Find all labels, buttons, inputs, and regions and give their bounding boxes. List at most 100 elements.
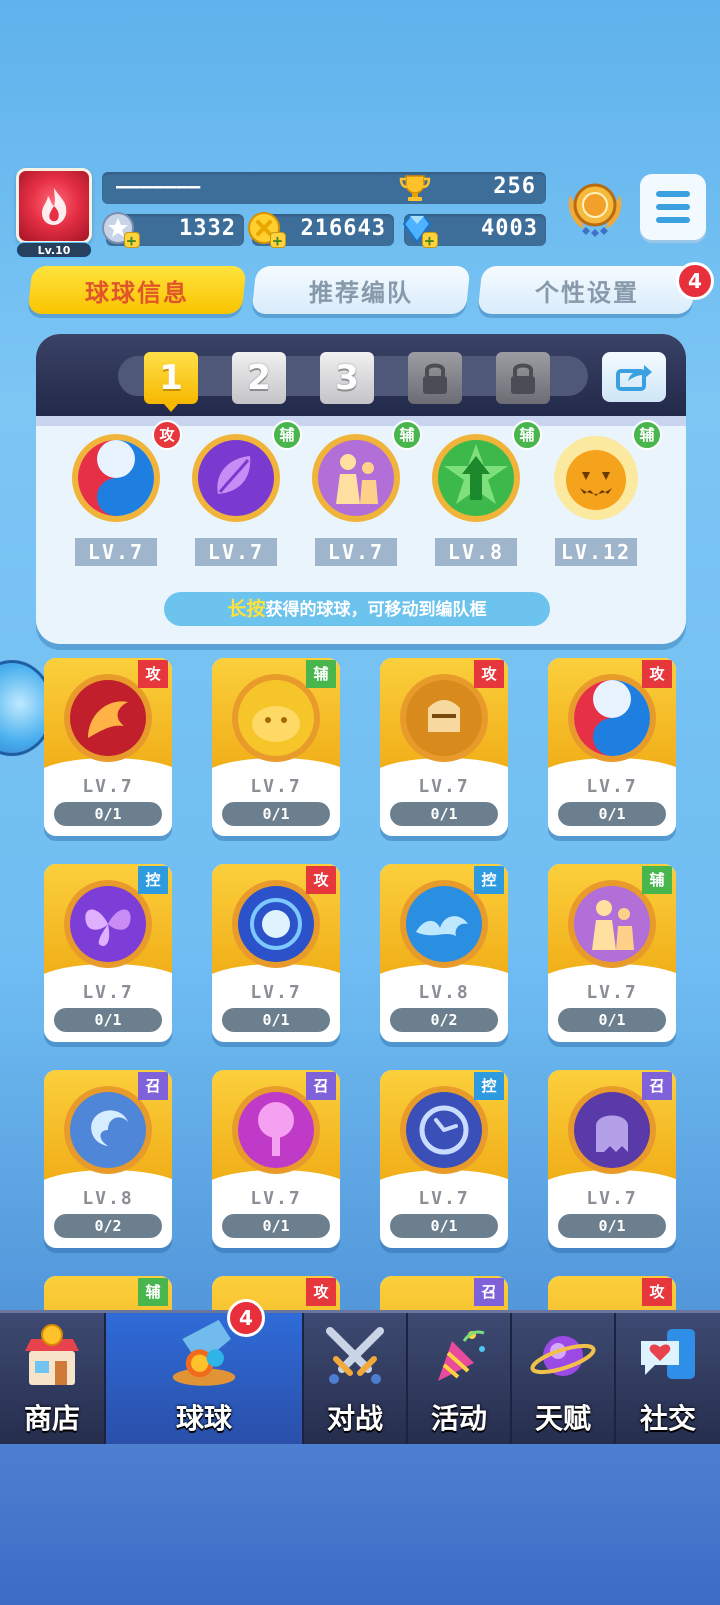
type-tag-control: 控 bbox=[474, 1072, 504, 1100]
diamond-bar[interactable]: + 4003 bbox=[402, 214, 546, 249]
ball-fragment-count: 0/1 bbox=[222, 802, 330, 826]
type-tag-support: 辅 bbox=[632, 420, 662, 450]
ball-level: LV.8 bbox=[418, 982, 470, 1003]
menu-button[interactable] bbox=[640, 174, 706, 240]
pumpkin-ball-icon bbox=[554, 436, 638, 520]
ball-level: LV.7 bbox=[250, 776, 302, 797]
player-level: Lv.10 bbox=[16, 242, 92, 258]
crossed-swords-icon bbox=[326, 1327, 384, 1384]
leaf-ball-icon bbox=[192, 434, 280, 522]
ball-level: LV.7 bbox=[418, 776, 470, 797]
player-name-bar[interactable]: ——————— 256 bbox=[102, 172, 546, 204]
ball-card[interactable]: 召 LV.8 0/2 bbox=[44, 1070, 172, 1248]
team-member-level: LV.7 bbox=[195, 538, 277, 566]
ball-fragment-count: 0/1 bbox=[222, 1008, 330, 1032]
type-tag-attack: 攻 bbox=[306, 866, 336, 894]
share-button[interactable] bbox=[602, 352, 666, 402]
ball-card[interactable]: 攻 LV.7 0/1 bbox=[380, 658, 508, 836]
party-popper-icon bbox=[438, 1330, 485, 1381]
ball-card[interactable]: 辅 LV.7 0/1 bbox=[548, 864, 676, 1042]
nav-events[interactable]: 活动 bbox=[408, 1313, 512, 1447]
type-tag-support: 辅 bbox=[512, 420, 542, 450]
nav-talent[interactable]: 天赋 bbox=[512, 1313, 616, 1447]
ball-level: LV.7 bbox=[250, 1188, 302, 1209]
team-member-1[interactable]: 攻 LV.7 bbox=[60, 420, 182, 566]
lock-icon bbox=[511, 363, 535, 394]
team-slot-2[interactable]: 2 bbox=[232, 352, 286, 404]
ball-card[interactable]: 控 LV.7 0/1 bbox=[380, 1070, 508, 1248]
team-member-level: LV.7 bbox=[315, 538, 397, 566]
ball-card[interactable]: 攻 LV.7 0/1 bbox=[212, 864, 340, 1042]
type-tag-support: 辅 bbox=[138, 1278, 168, 1306]
type-tag-attack: 攻 bbox=[306, 1278, 336, 1306]
ball-card[interactable]: 召 LV.7 0/1 bbox=[548, 1070, 676, 1248]
ball-card[interactable]: 攻 LV.7 0/1 bbox=[44, 658, 172, 836]
player-name: ——————— bbox=[116, 174, 201, 198]
trophy-count: 256 bbox=[493, 174, 536, 199]
screen-bottom-area bbox=[0, 1444, 720, 1605]
team-member-2[interactable]: 辅 LV.7 bbox=[180, 420, 302, 566]
ball-level: LV.7 bbox=[418, 1188, 470, 1209]
team-member-level: LV.7 bbox=[75, 538, 157, 566]
team-slot-5-locked[interactable] bbox=[496, 352, 550, 404]
star-coin-bar[interactable]: + 1332 bbox=[102, 212, 244, 249]
type-tag-support: 辅 bbox=[306, 660, 336, 688]
ball-card[interactable]: 辅 LV.7 0/1 bbox=[212, 658, 340, 836]
type-tag-summon: 召 bbox=[138, 1072, 168, 1100]
ball-level: LV.7 bbox=[586, 776, 638, 797]
type-tag-attack: 攻 bbox=[474, 660, 504, 688]
type-tag-attack: 攻 bbox=[642, 1278, 672, 1306]
team-slot-4-locked[interactable] bbox=[408, 352, 462, 404]
ball-fragment-count: 0/1 bbox=[390, 1214, 498, 1238]
ball-card[interactable]: 召 LV.7 0/1 bbox=[212, 1070, 340, 1248]
diamond-value: 4003 bbox=[481, 216, 538, 241]
type-tag-attack: 攻 bbox=[152, 420, 182, 450]
tab-personal-settings[interactable]: 个性设置 bbox=[477, 266, 697, 314]
team-slot-1[interactable]: 1 bbox=[144, 352, 198, 412]
tab-recommended-team[interactable]: 推荐编队 bbox=[251, 266, 471, 314]
type-tag-attack: 攻 bbox=[138, 660, 168, 688]
team-member-level: LV.8 bbox=[435, 538, 517, 566]
ball-fragment-count: 0/2 bbox=[54, 1214, 162, 1238]
team-hint: 长按获得的球球，可移动到编队框 bbox=[164, 592, 550, 626]
add-diamond-button[interactable]: + bbox=[422, 232, 438, 249]
ball-fragment-count: 0/1 bbox=[390, 802, 498, 826]
gold-coin-value: 216643 bbox=[300, 216, 386, 241]
add-star-coin-button[interactable]: + bbox=[124, 232, 140, 249]
type-tag-control: 控 bbox=[138, 866, 168, 894]
type-tag-attack: 攻 bbox=[642, 660, 672, 688]
ball-fragment-count: 0/1 bbox=[54, 1008, 162, 1032]
team-member-5[interactable]: 辅 LV.12 bbox=[540, 420, 662, 566]
nav-balls[interactable]: 球球 bbox=[106, 1313, 304, 1447]
settings-notification-badge: 4 bbox=[676, 262, 714, 300]
ball-card[interactable]: 控 LV.8 0/2 bbox=[380, 864, 508, 1042]
team-member-level: LV.12 bbox=[555, 538, 637, 566]
ball-fragment-count: 0/1 bbox=[54, 802, 162, 826]
player-avatar[interactable] bbox=[16, 168, 92, 244]
flame-icon bbox=[42, 188, 67, 225]
ball-fragment-count: 0/1 bbox=[558, 1214, 666, 1238]
add-gold-coin-button[interactable]: + bbox=[270, 232, 286, 249]
share-icon bbox=[616, 365, 652, 391]
ball-level: LV.8 bbox=[82, 1188, 134, 1209]
rank-badge-icon[interactable] bbox=[564, 175, 626, 243]
gold-coin-bar[interactable]: + 216643 bbox=[248, 212, 394, 249]
tab-ball-info[interactable]: 球球信息 bbox=[27, 266, 247, 314]
ball-fragment-count: 0/1 bbox=[222, 1214, 330, 1238]
shop-icon bbox=[25, 1324, 79, 1385]
ball-level: LV.7 bbox=[82, 776, 134, 797]
nav-battle[interactable]: 对战 bbox=[304, 1313, 408, 1447]
nav-social[interactable]: 社交 bbox=[616, 1313, 720, 1447]
ball-level: LV.7 bbox=[586, 1188, 638, 1209]
team-member-4[interactable]: 辅 LV.8 bbox=[420, 420, 542, 566]
type-tag-support: 辅 bbox=[272, 420, 302, 450]
taiji-ball-icon bbox=[72, 434, 160, 522]
ball-card[interactable]: 攻 LV.7 0/1 bbox=[548, 658, 676, 836]
nav-shop[interactable]: 商店 bbox=[0, 1313, 106, 1447]
ball-card[interactable]: 控 LV.7 0/1 bbox=[44, 864, 172, 1042]
team-slot-3[interactable]: 3 bbox=[320, 352, 374, 404]
type-tag-summon: 召 bbox=[306, 1072, 336, 1100]
team-member-3[interactable]: 辅 LV.7 bbox=[300, 420, 422, 566]
menu-icon bbox=[656, 191, 690, 197]
planet-icon bbox=[530, 1336, 596, 1376]
